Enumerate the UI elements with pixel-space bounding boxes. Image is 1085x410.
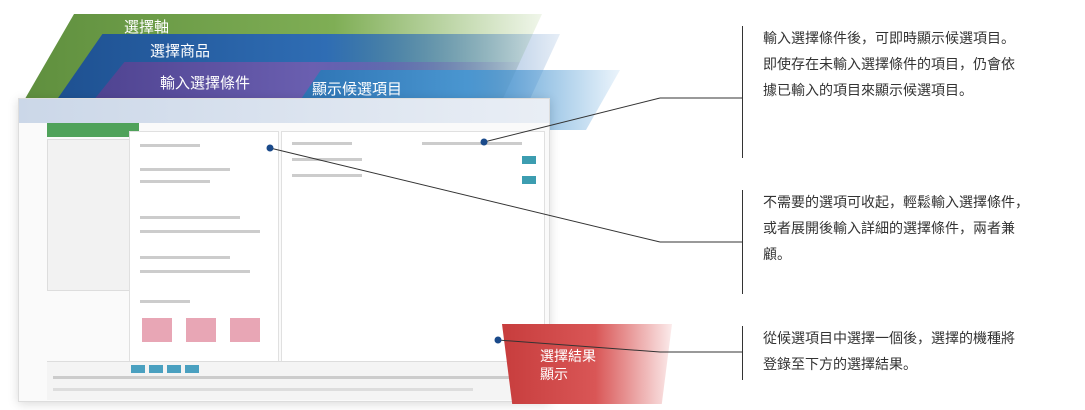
callout-collapsible-options: 不需要的選項可收起，輕鬆輸入選擇條件， 或者展開後輸入詳細的選擇條件，兩者兼 顧… [742,190,1085,294]
leader-dot-3 [494,336,502,344]
callout-1-line2: 即使存在未輸入選擇條件的項目，仍會依 [763,57,1015,73]
leader-line-1 [483,97,661,143]
callout-1-line3: 據已輸入的項目來顯示候選項目。 [763,83,973,99]
callout-1-line1: 輸入選擇條件後，可即時顯示候選項目。 [763,31,1015,47]
leader-dot-2 [266,144,274,152]
callout-2-line2: 或者展開後輸入詳細的選擇條件，兩者兼 [763,221,1015,237]
callout-3-line2: 登錄至下方的選擇結果。 [763,357,917,373]
callout-2-line1: 不需要的選項可收起，輕鬆輸入選擇條件， [763,195,1029,211]
callout-2-line3: 顧。 [763,247,791,263]
callout-realtime-candidates: 輸入選擇條件後，可即時顯示候選項目。 即使存在未輸入選擇條件的項目，仍會依 據已… [742,26,1085,158]
leader-line-2 [269,147,661,243]
callout-register-result: 從候選項目中選擇一個後，選擇的機種將 登錄至下方的選擇結果。 [742,326,1085,380]
leader-dot-1 [480,138,488,146]
callout-3-line1: 從候選項目中選擇一個後，選擇的機種將 [763,331,1015,347]
leader-line-3 [497,339,661,353]
